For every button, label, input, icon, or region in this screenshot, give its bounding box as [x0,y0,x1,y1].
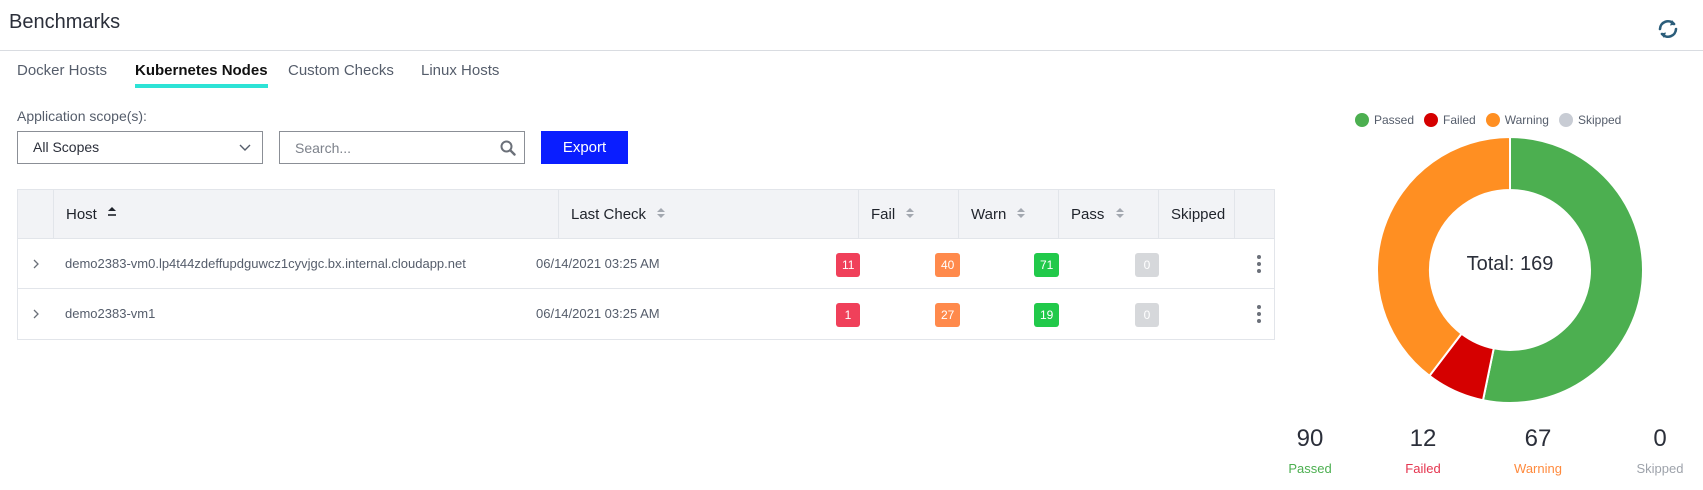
donut-center-total: Total: 169 [1466,253,1554,275]
column-header-skipped-label: Skipped [1171,206,1226,223]
pass-badge: 71 [1034,253,1060,277]
summary-passed-value: 90 [1296,425,1324,452]
sort-icon [906,208,915,218]
scope-select[interactable]: All Scopes [17,131,263,164]
pass-badge: 19 [1034,303,1060,327]
tab-docker-hosts[interactable]: Docker Hosts [17,62,107,87]
summary-warning: 67 Warning [1478,425,1598,476]
table-header: Host Last Check Fail Warn Pass Skipped [18,190,1274,239]
column-header-last-check-label: Last Check [571,206,647,223]
kebab-icon[interactable] [1251,304,1267,324]
column-header-warn[interactable]: Warn [958,190,1058,238]
column-header-fail[interactable]: Fail [858,190,958,238]
legend-label: Skipped [1577,113,1622,127]
column-header-fail-label: Fail [871,206,896,223]
table-row[interactable]: demo2383-vm0.lp4t44zdeffupdguwcz1cyvjgc.… [18,239,1274,289]
legend-label: Failed [1443,113,1476,127]
summary-failed-value: 12 [1409,425,1437,452]
legend-label: Warning [1504,113,1549,127]
summary-warning-label: Warning [1514,461,1562,476]
tab-linux-hosts[interactable]: Linux Hosts [421,62,499,87]
refresh-icon [1658,20,1678,38]
summary-skipped-value: 0 [1653,425,1667,452]
tab-custom-checks[interactable]: Custom Checks [288,62,394,87]
page-title: Benchmarks [9,11,121,33]
scope-select-value: All Scopes [33,139,100,155]
column-header-pass[interactable]: Pass [1058,190,1158,238]
search-input[interactable] [280,132,480,163]
search-icon[interactable] [500,140,516,156]
scope-label: Application scope(s): [17,108,147,124]
refresh-button[interactable] [1655,16,1681,42]
last-check-cell: 06/14/2021 03:25 AM [536,256,660,271]
actions-column-header [1234,190,1274,238]
summary-passed: 90 Passed [1250,425,1370,476]
legend-item-failed[interactable]: Failed [1424,113,1476,127]
legend-label: Passed [1374,113,1415,127]
tab-kubernetes-nodes[interactable]: Kubernetes Nodes [135,62,268,88]
chart-legend: Passed Failed Warning Skipped [1355,113,1631,127]
sort-ascending-icon [108,207,117,216]
table-row[interactable]: demo2383-vm1 06/14/2021 03:25 AM 1 27 19… [18,289,1274,339]
warn-badge: 27 [935,303,961,327]
legend-item-skipped[interactable]: Skipped [1558,113,1622,127]
legend-item-passed[interactable]: Passed [1355,113,1414,127]
page-header: Benchmarks [0,0,1703,51]
sort-icon [1115,208,1124,218]
summary-failed: 12 Failed [1363,425,1483,476]
host-cell[interactable]: demo2383-vm0.lp4t44zdeffupdguwcz1cyvjgc.… [65,239,466,289]
sort-icon [657,208,666,218]
sort-icon [1017,208,1026,218]
legend-swatch [1424,113,1439,127]
column-header-host-label: Host [66,206,97,223]
fail-badge: 11 [836,253,861,277]
search-box [279,131,525,164]
summary-skipped: 0 Skipped [1600,425,1703,476]
chevron-right-icon[interactable] [28,306,44,322]
summary-failed-label: Failed [1405,461,1441,476]
chevron-right-icon[interactable] [28,256,44,272]
legend-item-warning[interactable]: Warning [1485,113,1549,127]
export-button[interactable]: Export [541,131,628,164]
chevron-down-icon [239,144,251,151]
donut-svg [1376,135,1644,404]
column-header-last-check[interactable]: Last Check [558,190,858,238]
last-check-cell: 06/14/2021 03:25 AM [536,306,660,321]
summary-warning-value: 67 [1524,425,1552,452]
fail-badge: 1 [836,303,860,327]
column-header-warn-label: Warn [971,206,1007,223]
summary-skipped-label: Skipped [1636,461,1684,476]
benchmarks-table: Host Last Check Fail Warn Pass Skipped d… [17,189,1275,340]
column-header-pass-label: Pass [1071,206,1105,223]
expand-column-header [18,190,53,238]
summary-passed-label: Passed [1288,461,1332,476]
skipped-badge: 0 [1135,303,1159,327]
column-header-host[interactable]: Host [53,190,558,238]
legend-swatch [1485,113,1500,127]
warn-badge: 40 [935,253,961,277]
legend-swatch [1355,113,1369,127]
kebab-icon[interactable] [1251,254,1267,274]
host-cell[interactable]: demo2383-vm1 [65,289,155,339]
legend-swatch [1558,113,1573,127]
skipped-badge: 0 [1135,253,1159,277]
